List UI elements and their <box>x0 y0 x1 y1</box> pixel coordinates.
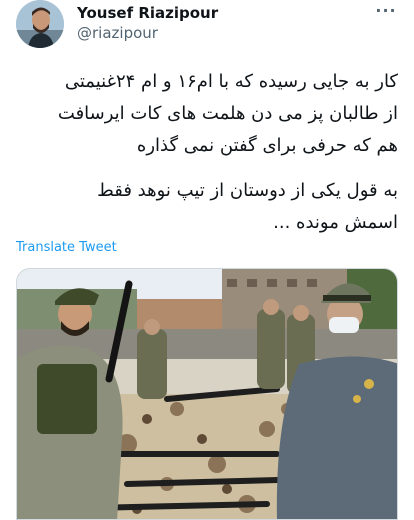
tweet-text-line: اسمش مونده ... <box>273 212 398 233</box>
tweet-text-paragraph-2: به قول یکی از دوستان از تیپ نوهد فقط اسم… <box>14 175 398 239</box>
translate-tweet-link[interactable]: Translate Tweet <box>16 240 117 255</box>
tweet-photo[interactable] <box>16 268 398 520</box>
avatar[interactable] <box>16 0 64 48</box>
tweet: Yousef Riazipour @riazipour ··· کار به ج… <box>0 0 414 520</box>
tweet-text-paragraph-1: کار به جایی رسیده که با ام۱۶ و ام ۲۴غنیم… <box>14 66 398 162</box>
tweet-text-line: از طالبان پز می دن هلمت های کات ایرسافت <box>57 103 398 124</box>
author-name[interactable]: Yousef Riazipour <box>77 4 218 22</box>
author-handle[interactable]: @riazipour <box>77 24 158 42</box>
tweet-text-line: هم که حرفی برای گفتن نمی گذاره <box>136 135 398 156</box>
more-horizontal-icon[interactable]: ··· <box>374 2 398 22</box>
tweet-text-line: به قول یکی از دوستان از تیپ نوهد فقط <box>97 180 398 201</box>
tweet-text-line: کار به جایی رسیده که با ام۱۶ و ام ۲۴غنیم… <box>64 71 398 92</box>
